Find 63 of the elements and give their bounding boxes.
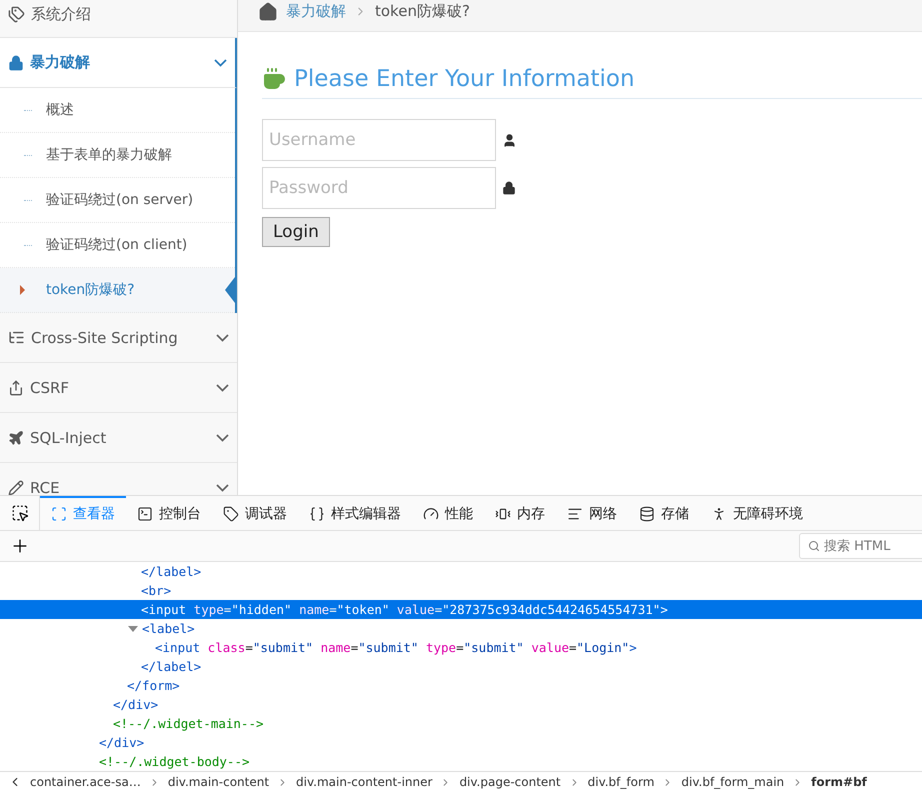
submenu-item[interactable]: 验证码绕过(on server) bbox=[0, 178, 235, 223]
form-title: Please Enter Your Information bbox=[294, 66, 635, 92]
path-crumb[interactable]: div.main-content-inner bbox=[296, 775, 432, 789]
chevron-down-icon bbox=[216, 384, 229, 392]
code-line[interactable]: </div> bbox=[0, 695, 922, 714]
code-line[interactable]: <!--/.widget-main--> bbox=[0, 714, 922, 733]
gauge-icon bbox=[423, 506, 439, 522]
path-crumb[interactable]: form#bf bbox=[811, 775, 867, 789]
password-field[interactable]: Password bbox=[262, 167, 496, 209]
devtools-tab[interactable]: 内存 bbox=[484, 496, 556, 530]
code-line[interactable]: </form> bbox=[0, 676, 922, 695]
devtools-tab[interactable]: 无障碍环境 bbox=[700, 496, 814, 530]
code-line[interactable]: </label> bbox=[0, 562, 922, 581]
username-field[interactable]: Username bbox=[262, 119, 496, 161]
chevron-down-icon bbox=[216, 434, 229, 442]
search-field[interactable]: 搜索 HTML bbox=[799, 533, 922, 559]
lock-icon bbox=[8, 54, 24, 70]
code-line[interactable]: <br> bbox=[0, 581, 922, 600]
tags-icon bbox=[8, 6, 25, 23]
breadcrumb-current: token防爆破? bbox=[375, 2, 470, 21]
user-icon bbox=[502, 132, 517, 148]
path-crumb[interactable]: div.bf_form bbox=[588, 775, 654, 789]
phone-icon bbox=[495, 506, 511, 522]
code-line[interactable]: <label> bbox=[0, 619, 922, 638]
inspector-icon bbox=[51, 506, 67, 522]
devtools-tab[interactable]: 样式编辑器 bbox=[298, 496, 412, 530]
path-crumb[interactable]: container.ace-sa… bbox=[30, 775, 141, 789]
coffee-cup-icon bbox=[262, 67, 286, 91]
submenu-item[interactable]: 验证码绕过(on client) bbox=[0, 223, 235, 268]
list-tree-icon bbox=[8, 329, 25, 346]
devtools-tab[interactable]: 性能 bbox=[412, 496, 484, 530]
lock-icon bbox=[502, 181, 516, 195]
database-icon bbox=[639, 506, 655, 522]
path-crumb[interactable]: div.page-content bbox=[459, 775, 561, 789]
braces-icon bbox=[309, 506, 325, 522]
home-icon bbox=[258, 2, 278, 22]
chevron-down-icon bbox=[216, 484, 229, 492]
sidebar-item[interactable]: 暴力破解 bbox=[0, 38, 237, 88]
path-crumb[interactable]: div.main-content bbox=[168, 775, 270, 789]
devtools-tab[interactable]: 存储 bbox=[628, 496, 700, 530]
search-icon bbox=[808, 540, 820, 552]
devtools-tab[interactable]: 控制台 bbox=[126, 496, 212, 530]
code-line[interactable]: </div> bbox=[0, 733, 922, 752]
code-line[interactable]: <!--/.widget-body--> bbox=[0, 752, 922, 771]
login-button[interactable]: Login bbox=[262, 217, 330, 247]
tag-icon bbox=[223, 506, 239, 522]
chevron-down-icon bbox=[216, 334, 229, 342]
share-icon bbox=[8, 380, 24, 396]
submenu-item[interactable]: 基于表单的暴力破解 bbox=[0, 133, 235, 178]
submenu-item[interactable]: token防爆破? bbox=[0, 268, 235, 313]
element-picker-icon[interactable] bbox=[10, 504, 28, 522]
code-line[interactable]: </label> bbox=[0, 657, 922, 676]
path-crumb[interactable]: div.bf_form_main bbox=[681, 775, 784, 789]
submenu-item[interactable]: 概述 bbox=[0, 88, 235, 133]
lines-icon bbox=[567, 506, 583, 522]
console-icon bbox=[137, 506, 153, 522]
devtools-tab[interactable]: 调试器 bbox=[212, 496, 298, 530]
pencil-icon bbox=[8, 480, 24, 495]
chevron-down-icon bbox=[214, 58, 227, 66]
code-line[interactable]: <input class="submit" name="submit" type="submit" value="Login"> bbox=[0, 638, 922, 657]
plane-icon bbox=[8, 430, 24, 446]
devtools-tab[interactable]: 网络 bbox=[556, 496, 628, 530]
caret-icon bbox=[20, 285, 25, 295]
